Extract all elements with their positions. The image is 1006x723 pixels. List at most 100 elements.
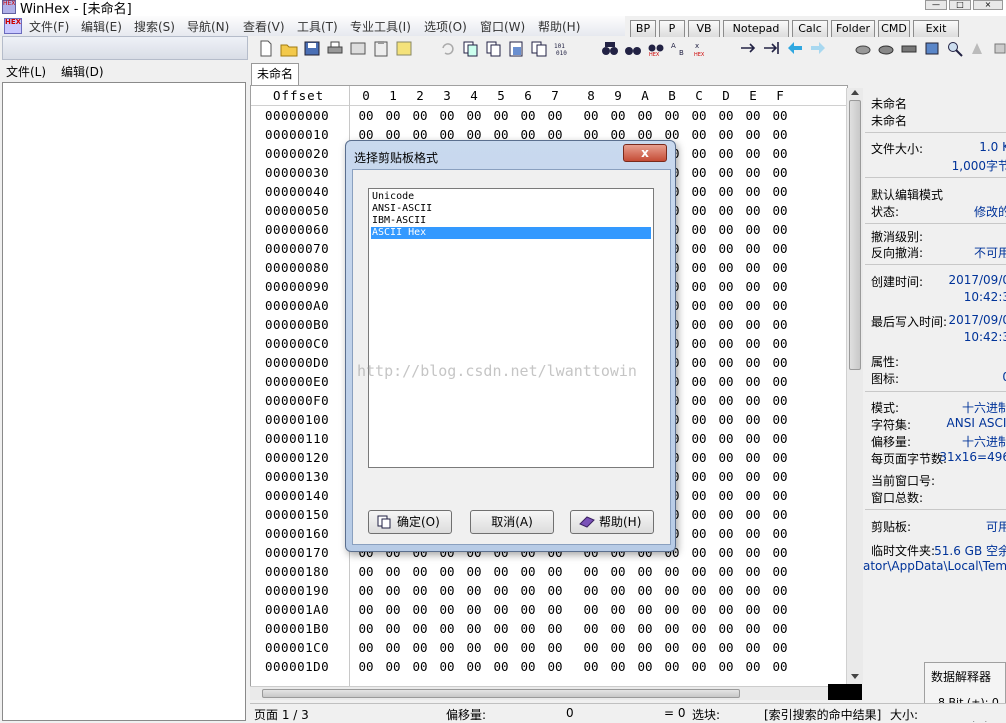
hex-byte[interactable]: 00 [715, 526, 737, 541]
hex-byte[interactable]: 00 [742, 431, 764, 446]
print-icon[interactable] [326, 40, 344, 57]
hex-byte[interactable]: 00 [688, 659, 710, 674]
hex-row[interactable]: 0000019000000000000000000000000000000000 [251, 582, 848, 601]
disk-icon[interactable] [854, 40, 872, 57]
hex-byte[interactable]: 00 [769, 336, 791, 351]
hex-byte[interactable]: 00 [688, 165, 710, 180]
hex-byte[interactable]: 00 [544, 659, 566, 674]
hex-byte[interactable]: 00 [688, 241, 710, 256]
hex-byte[interactable]: 00 [688, 127, 710, 142]
hex-byte[interactable]: 00 [355, 621, 377, 636]
hex-byte[interactable]: 00 [355, 583, 377, 598]
hex-byte[interactable]: 00 [769, 450, 791, 465]
find-hex-icon[interactable] [624, 40, 642, 57]
hex-byte[interactable]: 00 [463, 640, 485, 655]
hex-byte[interactable]: 00 [742, 488, 764, 503]
hex-byte[interactable]: 00 [661, 108, 683, 123]
hex-byte[interactable]: 00 [355, 659, 377, 674]
hex-byte[interactable]: 00 [490, 583, 512, 598]
hex-byte[interactable]: 00 [688, 583, 710, 598]
hex-byte[interactable]: 00 [634, 108, 656, 123]
format-option[interactable]: ANSI-ASCII [371, 203, 651, 215]
folder-button[interactable]: Folder [831, 20, 875, 38]
hex-byte[interactable]: 00 [634, 659, 656, 674]
hex-byte[interactable]: 00 [715, 203, 737, 218]
hex-byte[interactable]: 00 [634, 640, 656, 655]
hex-byte[interactable]: 00 [688, 184, 710, 199]
hex-byte[interactable]: 00 [742, 146, 764, 161]
exit-button[interactable]: Exit [913, 20, 959, 38]
vertical-scrollbar[interactable] [846, 88, 863, 684]
hex-byte[interactable]: 00 [436, 621, 458, 636]
hex-byte[interactable]: 00 [715, 393, 737, 408]
scroll-up-icon[interactable] [851, 90, 859, 95]
hex-byte[interactable]: 00 [715, 412, 737, 427]
hex-byte[interactable]: 00 [769, 127, 791, 142]
hex-byte[interactable]: 00 [688, 507, 710, 522]
calculator-icon[interactable] [923, 40, 941, 57]
hex-byte[interactable]: 00 [688, 488, 710, 503]
hex-byte[interactable]: 00 [742, 602, 764, 617]
hex-byte[interactable]: 00 [742, 317, 764, 332]
hex-byte[interactable]: 00 [409, 108, 431, 123]
ok-button[interactable]: 确定(O) [368, 510, 452, 534]
hex-byte[interactable]: 00 [688, 203, 710, 218]
paste-icon[interactable] [507, 40, 525, 57]
hex-byte[interactable]: 00 [742, 184, 764, 199]
hex-byte[interactable]: 00 [517, 564, 539, 579]
hex-byte[interactable]: 00 [769, 583, 791, 598]
hex-byte[interactable]: 00 [634, 583, 656, 598]
hex-byte[interactable]: 00 [490, 621, 512, 636]
hex-byte[interactable]: 00 [742, 355, 764, 370]
hex-byte[interactable]: 00 [688, 108, 710, 123]
hex-byte[interactable]: 00 [769, 317, 791, 332]
hex-byte[interactable]: 00 [382, 621, 404, 636]
hex-byte[interactable]: 00 [634, 564, 656, 579]
hex-byte[interactable]: 00 [463, 602, 485, 617]
horizontal-scroll-thumb[interactable] [262, 689, 740, 698]
hex-byte[interactable]: 00 [688, 260, 710, 275]
hex-byte[interactable]: 00 [769, 602, 791, 617]
close-button[interactable]: × [973, 0, 1003, 10]
find-hex-values-icon[interactable]: HEX [647, 40, 665, 57]
hex-byte[interactable]: 00 [607, 659, 629, 674]
hex-byte[interactable]: 00 [742, 165, 764, 180]
dialog-close-button[interactable]: x [623, 144, 667, 162]
hex-byte[interactable]: 00 [688, 469, 710, 484]
hex-byte[interactable]: 00 [715, 621, 737, 636]
hex-byte[interactable]: 00 [517, 659, 539, 674]
notepad-button[interactable]: Notepad [723, 20, 789, 38]
hex-byte[interactable]: 00 [688, 431, 710, 446]
hex-byte[interactable]: 00 [580, 659, 602, 674]
cut-icon[interactable] [461, 40, 479, 57]
document-tab[interactable]: 未命名 [251, 63, 299, 85]
hex-byte[interactable]: 00 [688, 526, 710, 541]
hex-byte[interactable]: 00 [436, 602, 458, 617]
clipboard-icon[interactable] [372, 40, 390, 57]
hex-byte[interactable]: 00 [769, 241, 791, 256]
hex-byte[interactable]: 00 [661, 621, 683, 636]
hex-byte[interactable]: 00 [715, 602, 737, 617]
hex-byte[interactable]: 00 [607, 108, 629, 123]
hex-byte[interactable]: 00 [580, 621, 602, 636]
hex-byte[interactable]: 00 [382, 583, 404, 598]
hex-byte[interactable]: 00 [688, 621, 710, 636]
hex-byte[interactable]: 00 [436, 659, 458, 674]
hex-byte[interactable]: 00 [463, 583, 485, 598]
hex-byte[interactable]: 00 [742, 127, 764, 142]
hex-byte[interactable]: 00 [463, 621, 485, 636]
hex-byte[interactable]: 00 [769, 431, 791, 446]
hex-byte[interactable]: 00 [580, 564, 602, 579]
hex-byte[interactable]: 00 [715, 165, 737, 180]
hex-byte[interactable]: 00 [580, 640, 602, 655]
hex-byte[interactable]: 00 [607, 583, 629, 598]
format-option[interactable]: ASCII Hex [371, 227, 651, 239]
binary-icon[interactable]: 101010 [553, 40, 571, 57]
hex-byte[interactable]: 00 [715, 146, 737, 161]
hex-byte[interactable]: 00 [715, 488, 737, 503]
hex-byte[interactable]: 00 [715, 108, 737, 123]
hex-byte[interactable]: 00 [436, 108, 458, 123]
hex-byte[interactable]: 00 [490, 640, 512, 655]
hex-byte[interactable]: 00 [742, 659, 764, 674]
hex-byte[interactable]: 00 [544, 108, 566, 123]
